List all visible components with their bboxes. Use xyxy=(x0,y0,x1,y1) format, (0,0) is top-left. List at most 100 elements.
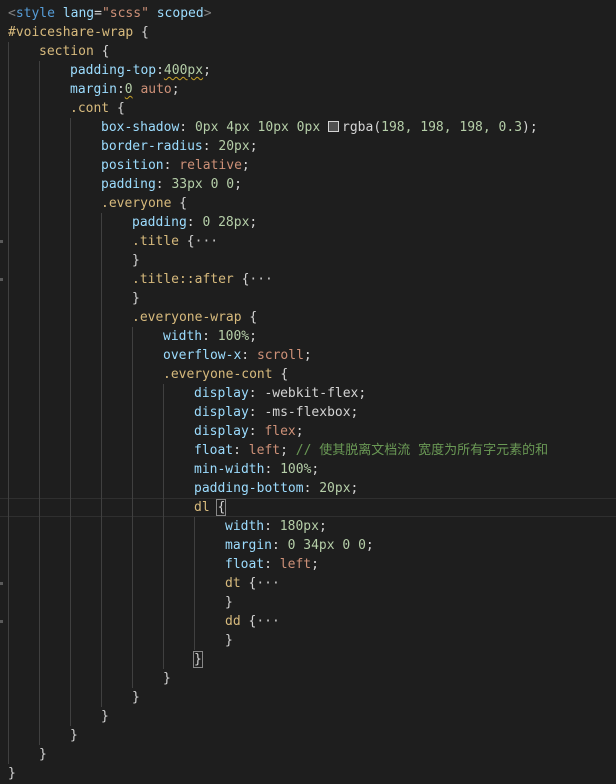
code-line[interactable]: display: flex; xyxy=(0,422,616,441)
code-token: ; xyxy=(249,139,258,154)
code-token: : xyxy=(248,405,265,420)
code-token: padding xyxy=(132,215,187,230)
code-line[interactable]: #voiceshare-wrap { xyxy=(0,23,616,42)
folded-region-ellipsis[interactable]: ··· xyxy=(256,576,279,591)
folded-region-ellipsis[interactable]: ··· xyxy=(195,234,218,249)
code-line[interactable]: } xyxy=(0,688,616,707)
code-token: ; xyxy=(241,158,250,173)
code-token: ; xyxy=(318,519,327,534)
code-token: } xyxy=(193,651,203,668)
code-token: ; xyxy=(350,405,359,420)
fold-marker-icon[interactable] xyxy=(0,620,3,623)
code-line[interactable]: .everyone { xyxy=(0,194,616,213)
code-line[interactable]: min-width: 100%; xyxy=(0,460,616,479)
code-token: .title::after xyxy=(132,272,234,287)
code-token: scroll xyxy=(256,348,304,363)
code-token: { xyxy=(133,25,149,40)
code-line[interactable]: <style lang="scss" scoped> xyxy=(0,4,616,23)
code-line[interactable]: width: 180px; xyxy=(0,517,616,536)
code-line[interactable]: display: -ms-flexbox; xyxy=(0,403,616,422)
code-token: ; xyxy=(249,329,257,344)
code-editor[interactable]: <style lang="scss" scoped> #voiceshare-wr… xyxy=(0,0,616,784)
code-token: { xyxy=(240,576,257,591)
code-line[interactable]: width: 100%; xyxy=(0,327,616,346)
code-line[interactable]: position: relative; xyxy=(0,156,616,175)
code-line[interactable]: } xyxy=(0,650,616,669)
code-token: } xyxy=(8,766,16,781)
code-line[interactable]: } xyxy=(0,593,616,612)
code-line[interactable]: float: left; xyxy=(0,555,616,574)
code-line[interactable]: } xyxy=(0,669,616,688)
fold-marker-icon[interactable] xyxy=(0,582,3,585)
code-line[interactable]: overflow-x: scroll; xyxy=(0,346,616,365)
code-line[interactable]: .cont { xyxy=(0,99,616,118)
code-line[interactable]: padding: 33px 0 0; xyxy=(0,175,616,194)
code-token: 180px xyxy=(279,519,319,534)
code-line[interactable]: margin: 0 34px 0 0; xyxy=(0,536,616,555)
code-line[interactable]: padding: 0 28px; xyxy=(0,213,616,232)
code-token: 100% xyxy=(280,462,312,477)
code-line[interactable]: } xyxy=(0,251,616,270)
code-token: width xyxy=(225,519,265,534)
fold-marker-icon[interactable] xyxy=(0,240,3,243)
code-line[interactable]: border-radius: 20px; xyxy=(0,137,616,156)
code-token: } xyxy=(132,690,140,705)
code-token: : xyxy=(264,557,280,572)
code-token: } xyxy=(132,291,140,306)
code-token: : xyxy=(156,63,164,78)
code-line[interactable]: padding-top:400px; xyxy=(0,61,616,80)
color-swatch-icon[interactable] xyxy=(328,121,339,132)
code-line[interactable]: dt {··· xyxy=(0,574,616,593)
code-token: 0 34px 0 0 xyxy=(287,538,366,553)
code-token: auto xyxy=(132,82,172,97)
code-line[interactable]: } xyxy=(0,707,616,726)
folded-region-ellipsis[interactable]: ··· xyxy=(256,614,279,629)
code-token: { xyxy=(241,310,258,325)
code-token: ; xyxy=(295,424,304,439)
indent-guide xyxy=(8,42,9,764)
code-token: { xyxy=(233,272,250,287)
code-token: { xyxy=(240,614,257,629)
code-line[interactable]: float: left; // 使其脱离文档流 宽度为所有字元素的和 xyxy=(0,441,616,460)
code-line[interactable]: } xyxy=(0,289,616,308)
code-token: : xyxy=(248,386,265,401)
code-token: #voiceshare-wrap xyxy=(8,25,134,40)
code-line[interactable]: dl { xyxy=(0,498,616,517)
code-token: padding-top xyxy=(70,63,157,78)
code-token: = xyxy=(94,6,102,21)
code-token: ; xyxy=(280,443,296,458)
fold-marker-icon[interactable] xyxy=(0,278,3,281)
folded-region-ellipsis[interactable]: ··· xyxy=(249,272,272,287)
code-token: left xyxy=(279,557,312,572)
code-token: // 使其脱离文档流 宽度为所有字元素的和 xyxy=(295,443,549,458)
code-token: } xyxy=(101,709,109,724)
code-token: .title xyxy=(132,234,179,249)
code-line[interactable]: } xyxy=(0,764,616,783)
code-line[interactable]: .everyone-cont { xyxy=(0,365,616,384)
code-token: flex xyxy=(264,424,296,439)
code-line[interactable]: section { xyxy=(0,42,616,61)
code-token: .everyone-cont xyxy=(163,367,273,382)
code-line[interactable]: } xyxy=(0,631,616,650)
code-token: rgba xyxy=(342,120,374,135)
code-line[interactable]: } xyxy=(0,745,616,764)
code-token: dt xyxy=(225,576,241,591)
code-token: ; xyxy=(358,386,367,401)
code-token: margin xyxy=(225,538,272,553)
code-line[interactable]: padding-bottom: 20px; xyxy=(0,479,616,498)
code-token: : xyxy=(202,329,218,344)
code-line[interactable]: } xyxy=(0,726,616,745)
code-token: : xyxy=(241,348,257,363)
code-line[interactable]: .title::after {··· xyxy=(0,270,616,289)
code-line[interactable]: box-shadow: 0px 4px 10px 0px rgba(198, 1… xyxy=(0,118,616,137)
code-token: : xyxy=(248,424,265,439)
code-token: : xyxy=(163,158,180,173)
code-line[interactable]: .title {··· xyxy=(0,232,616,251)
code-token: dl xyxy=(194,500,210,515)
code-line[interactable]: .everyone-wrap { xyxy=(0,308,616,327)
code-line[interactable]: dd {··· xyxy=(0,612,616,631)
code-line[interactable]: display: -webkit-flex; xyxy=(0,384,616,403)
code-line[interactable]: margin:0 auto; xyxy=(0,80,616,99)
code-token: : xyxy=(179,120,195,135)
